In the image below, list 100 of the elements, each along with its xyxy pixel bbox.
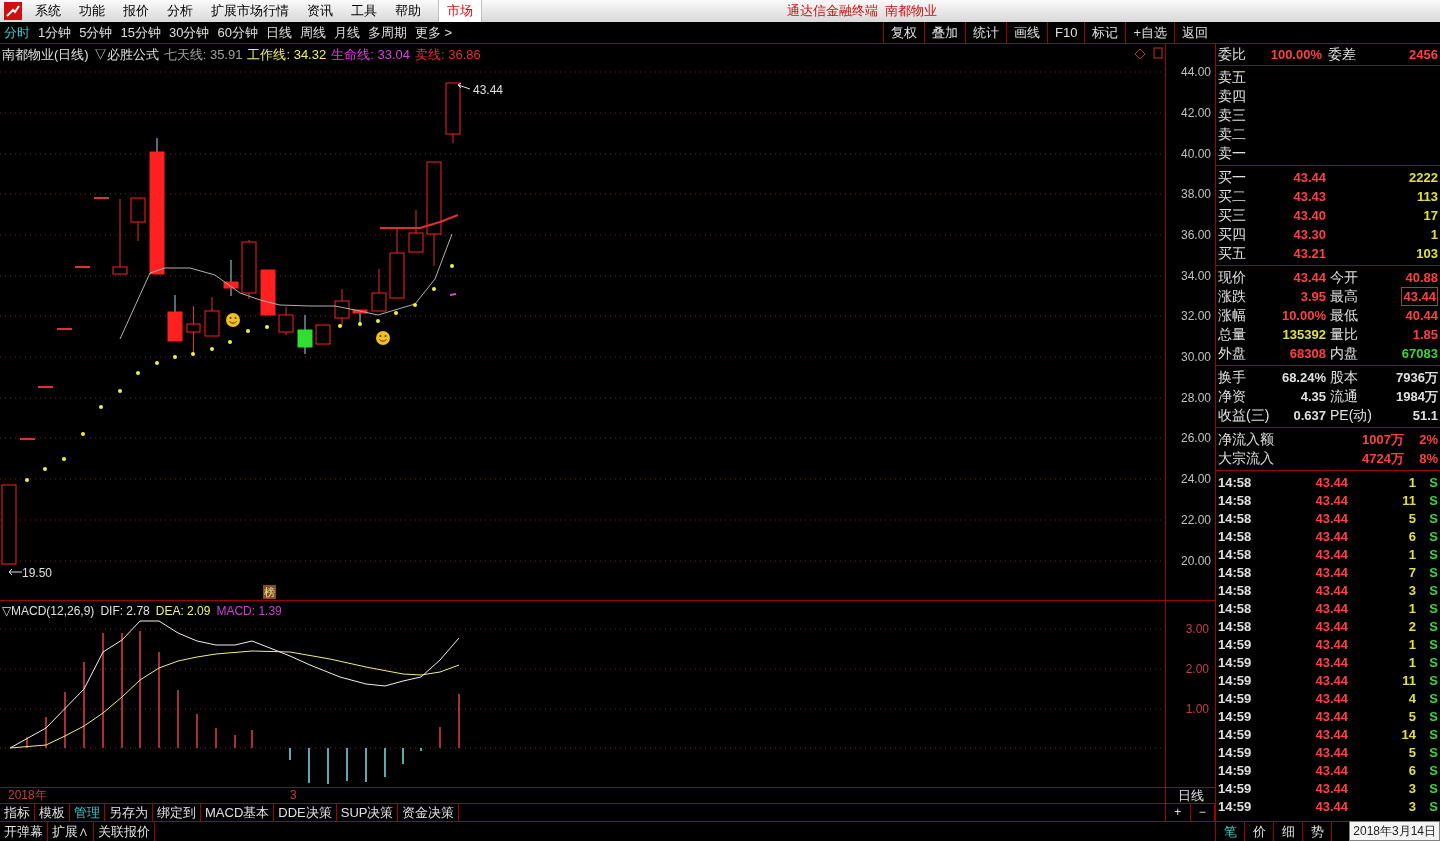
trade-side: S [1428,798,1438,817]
indicator-tab[interactable]: 资金决策 [398,804,460,821]
bid-volume: 113 [1417,187,1438,206]
trade-side: S [1428,708,1438,727]
support-dot [338,324,342,328]
trade-side: S [1428,510,1438,529]
period-tab[interactable]: 5分钟 [75,22,117,43]
toolbar-button[interactable]: 叠加 [924,22,965,43]
menu-item[interactable]: 资讯 [298,1,342,21]
menu-item[interactable]: 系统 [26,1,70,21]
period-tab[interactable]: 1分钟 [34,22,76,43]
candlestick [56,328,73,330]
axis-label: 38.00 [1180,187,1211,201]
period-tab[interactable]: 月线 [329,22,364,43]
trade-volume: 5 [1408,744,1416,763]
trade-price: 43.44 [1314,528,1348,547]
period-tab[interactable]: 30分钟 [164,22,214,43]
menu-item[interactable]: 扩展市场行情 [202,1,298,21]
support-dot [228,340,232,344]
candlestick [445,82,461,144]
toolbar-button[interactable]: 画线 [1006,22,1047,43]
period-tab[interactable]: 日线 [261,22,296,43]
detail-tab[interactable]: 价 [1245,822,1274,841]
toolbar-button[interactable]: 复权 [883,22,924,43]
stat-value: 7936万 [1396,369,1438,386]
stat-label: 股本 [1329,368,1359,387]
trade-time: 14:59 [1218,726,1253,745]
stat-label: PE(动) [1329,406,1373,425]
toolbar-button[interactable]: 统计 [965,22,1006,43]
window-title: 通达信金融终端 南都物业 [787,2,938,21]
menu-item[interactable]: 帮助 [386,1,430,21]
detail-tab[interactable]: 笔 [1216,822,1245,841]
detail-tab[interactable]: 势 [1303,822,1332,841]
indicator-tab[interactable]: DDE决策 [274,804,337,821]
trade-side: S [1428,492,1438,511]
stat-label: 外盘 [1218,344,1247,363]
macd-title[interactable]: ▽MACD(12,26,9) [2,602,95,620]
axis-label: 2.00 [1185,662,1209,676]
bid-price: 43.21 [1292,244,1326,263]
support-dot [173,355,177,359]
trade-price: 43.44 [1314,600,1348,619]
indicator-tab[interactable]: MACD基本 [201,804,275,821]
period-tab[interactable]: 多周期 [363,22,411,43]
trade-time: 14:58 [1218,600,1253,619]
indicator-tab[interactable]: 管理 [70,804,105,821]
period-tab[interactable]: 15分钟 [116,22,165,43]
period-tab[interactable]: 更多 > [410,22,457,43]
trade-price: 43.44 [1314,726,1348,745]
axis-label: 28.00 [1180,391,1211,405]
trade-time: 14:59 [1218,636,1253,655]
extra-tab[interactable]: 关联报价 [94,822,155,841]
trade-time: 14:58 [1218,492,1253,511]
zoom-button[interactable]: + [1166,804,1191,821]
indicator-tab[interactable]: 指标 [0,804,35,821]
menu-item[interactable]: 功能 [70,1,114,21]
zoom-button[interactable]: − [1190,804,1215,821]
ranking-badge[interactable]: 榜 [263,585,276,599]
row-value: 2456 [1409,45,1438,64]
menu-item[interactable]: 报价 [114,1,158,21]
period-tab[interactable]: 60分钟 [213,22,262,43]
candlestick [371,268,387,312]
indicator-tab[interactable]: SUP决策 [336,804,399,821]
trade-time: 14:58 [1218,474,1253,493]
toolbar-button[interactable]: 返回 [1174,22,1215,43]
trade-side: S [1428,690,1438,709]
row-label: 委比 [1218,45,1247,64]
indicator-value: 卖线: 36.86 [414,46,481,64]
indicator-tab[interactable]: 模板 [35,804,70,821]
bid-price: 43.30 [1292,225,1326,244]
market-button[interactable]: 市场 [438,0,482,22]
bid-price: 43.40 [1292,206,1326,225]
extra-tab[interactable]: 扩展∧ [48,822,94,841]
ask-label: 卖二 [1218,125,1246,144]
toolbar-button[interactable]: 标记 [1084,22,1126,43]
menu-item[interactable]: 工具 [342,1,386,21]
toolbar-button[interactable]: +自选 [1125,22,1174,43]
indicator-tab[interactable]: 另存为 [105,804,153,821]
candlestick [186,305,201,354]
toolbar-button[interactable]: F10 [1047,22,1085,43]
extra-tab[interactable]: 开弹幕 [0,822,48,841]
axis-label: 20.00 [1180,554,1211,568]
stat-label: 最低 [1329,306,1359,325]
menu-item[interactable]: 分析 [158,1,202,21]
flow-label: 大宗流入 [1218,449,1275,468]
flow-percent: 8% [1418,449,1438,468]
trade-side: S [1428,762,1438,781]
period-tab[interactable]: 分时 [0,22,34,43]
candlestick [389,227,405,299]
formula-name[interactable]: ▽必胜公式 [93,45,159,65]
bid-label: 买四 [1218,225,1247,244]
indicator-tab[interactable]: 绑定到 [153,804,201,821]
stat-label: 今开 [1329,268,1359,287]
flow-amount: 1007万 [1362,430,1404,449]
candlestick [352,309,368,324]
bid-volume: 17 [1423,206,1438,225]
period-tab[interactable]: 周线 [295,22,330,43]
detail-tab[interactable]: 细 [1274,822,1303,841]
trade-side: S [1428,564,1438,583]
low-arrow-icon [8,568,23,576]
trade-price: 43.44 [1314,492,1348,511]
